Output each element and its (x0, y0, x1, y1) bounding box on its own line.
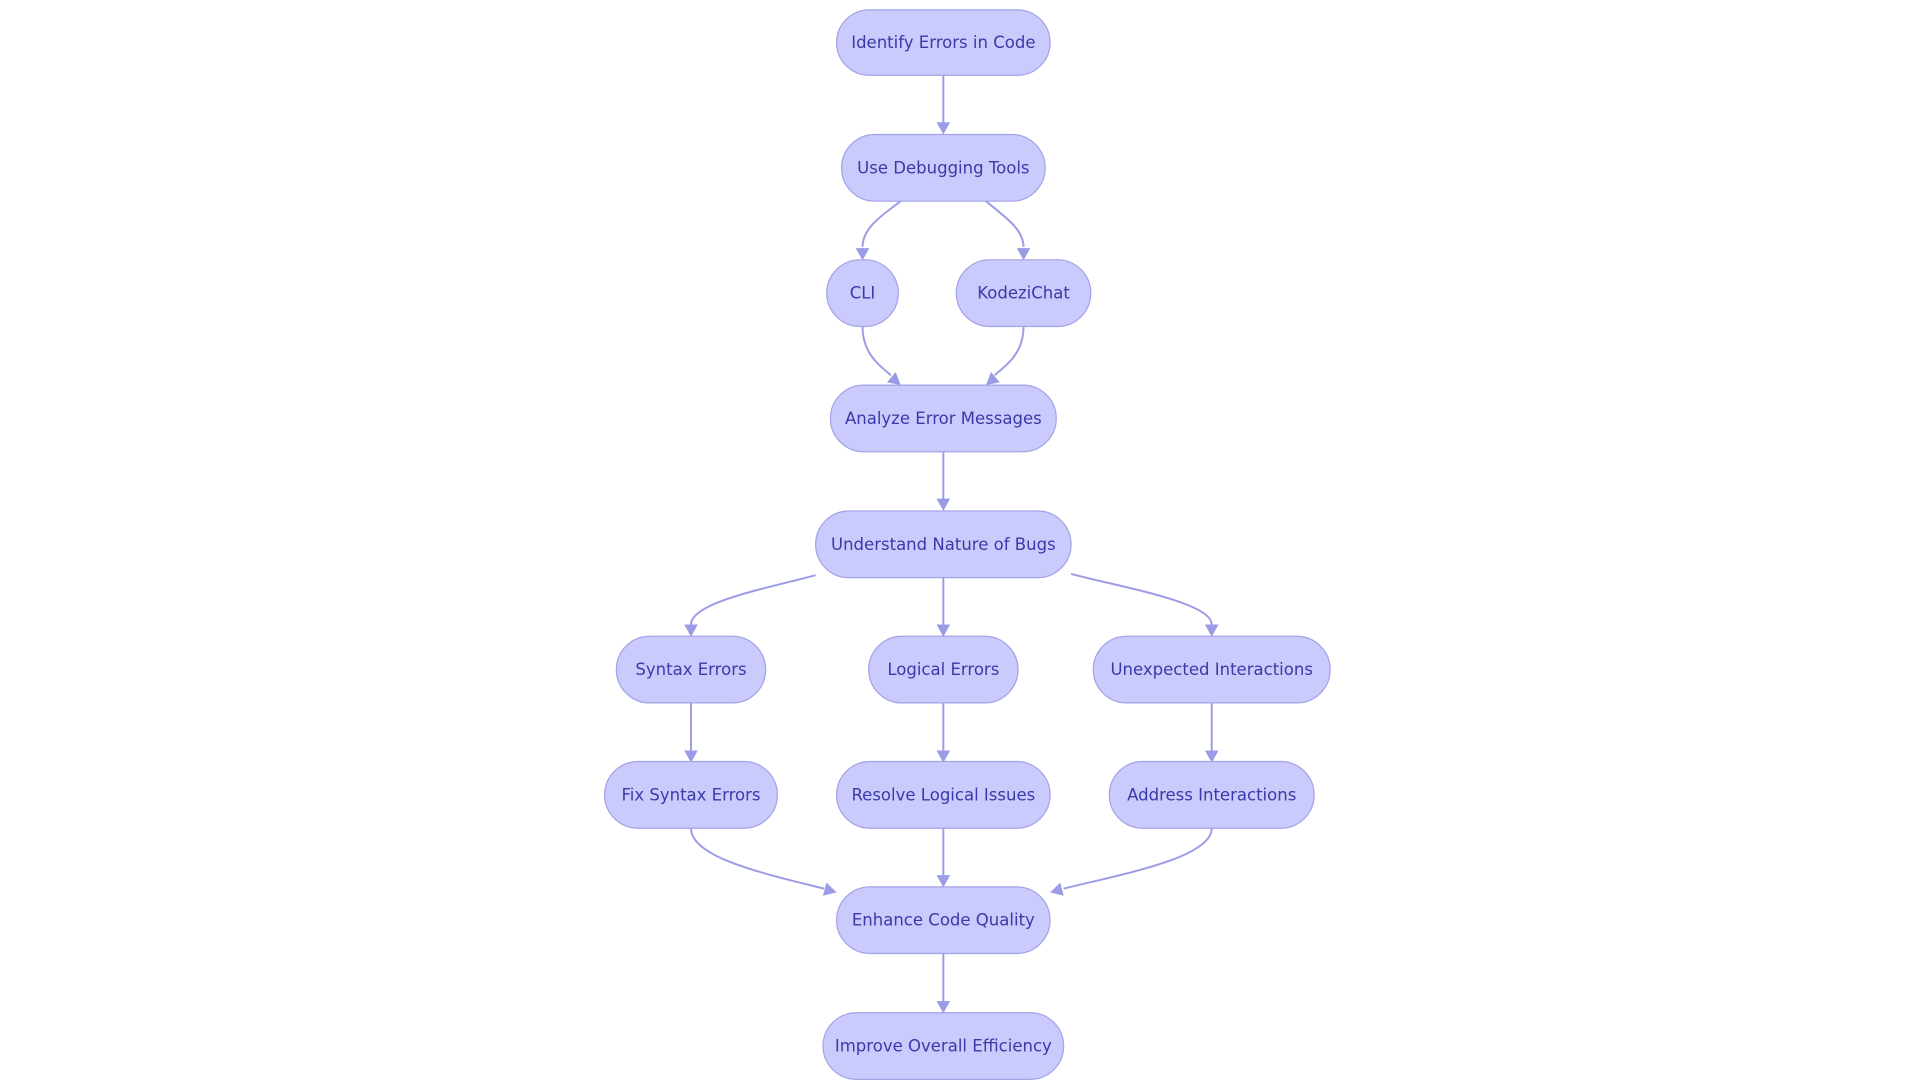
edge-fixsyntax-to-enhance (690, 828, 825, 890)
node-enhance[interactable]: Enhance Code Quality (835, 886, 1051, 955)
node-label: Understand Nature of Bugs (831, 535, 1056, 554)
node-cli[interactable]: CLI (826, 259, 899, 328)
arrowhead-icon (1016, 248, 1031, 261)
node-unexpected[interactable]: Unexpected Interactions (1092, 635, 1331, 704)
flowchart-canvas: Identify Errors in Code Use Debugging Too… (604, 9, 1331, 1080)
arrowhead-icon (936, 498, 951, 511)
node-debug[interactable]: Use Debugging Tools (840, 133, 1046, 202)
edge-understand-to-syntax (690, 574, 816, 625)
node-label: Identify Errors in Code (851, 33, 1035, 52)
arrowhead-icon (684, 624, 698, 637)
edge-debug-to-cli (861, 200, 902, 247)
node-resolve[interactable]: Resolve Logical Issues (835, 760, 1051, 829)
arrowhead-icon (936, 875, 951, 888)
node-label: Use Debugging Tools (857, 158, 1029, 177)
node-syntax[interactable]: Syntax Errors (615, 635, 767, 704)
node-label: Logical Errors (887, 660, 999, 679)
node-logical[interactable]: Logical Errors (868, 635, 1019, 704)
node-label: Resolve Logical Issues (851, 785, 1035, 804)
node-fixsyntax[interactable]: Fix Syntax Errors (604, 760, 778, 829)
node-label: Syntax Errors (635, 660, 746, 679)
node-kodezi[interactable]: KodeziChat (955, 259, 1092, 328)
node-label: Unexpected Interactions (1110, 660, 1312, 679)
node-label: Analyze Error Messages (845, 409, 1042, 428)
arrowhead-icon (1204, 624, 1219, 637)
node-address[interactable]: Address Interactions (1108, 760, 1315, 829)
edge-address-to-enhance (1063, 828, 1213, 890)
node-analyze[interactable]: Analyze Error Messages (829, 384, 1057, 453)
nodes-layer: Identify Errors in Code Use Debugging Too… (604, 9, 1331, 1080)
edge-understand-to-unexpected (1070, 572, 1213, 625)
edge-debug-to-kodezi (985, 200, 1025, 247)
edge-kodezi-to-analyze (993, 325, 1025, 376)
node-label: Fix Syntax Errors (621, 785, 760, 804)
node-label: KodeziChat (977, 284, 1070, 303)
edge-cli-to-analyze (861, 325, 892, 376)
arrowhead-icon (936, 1001, 951, 1014)
arrowhead-icon (936, 624, 951, 637)
node-label: Improve Overall Efficiency (835, 1037, 1052, 1056)
arrowhead-icon (936, 122, 951, 135)
node-label: CLI (850, 284, 876, 303)
node-understand[interactable]: Understand Nature of Bugs (815, 510, 1072, 579)
node-label: Address Interactions (1127, 785, 1296, 804)
node-improve[interactable]: Improve Overall Efficiency (822, 1012, 1065, 1080)
node-identify[interactable]: Identify Errors in Code (835, 9, 1051, 76)
arrowhead-icon (822, 882, 837, 896)
arrowhead-icon (855, 248, 870, 261)
node-label: Enhance Code Quality (852, 911, 1035, 930)
arrowhead-icon (1050, 882, 1064, 896)
